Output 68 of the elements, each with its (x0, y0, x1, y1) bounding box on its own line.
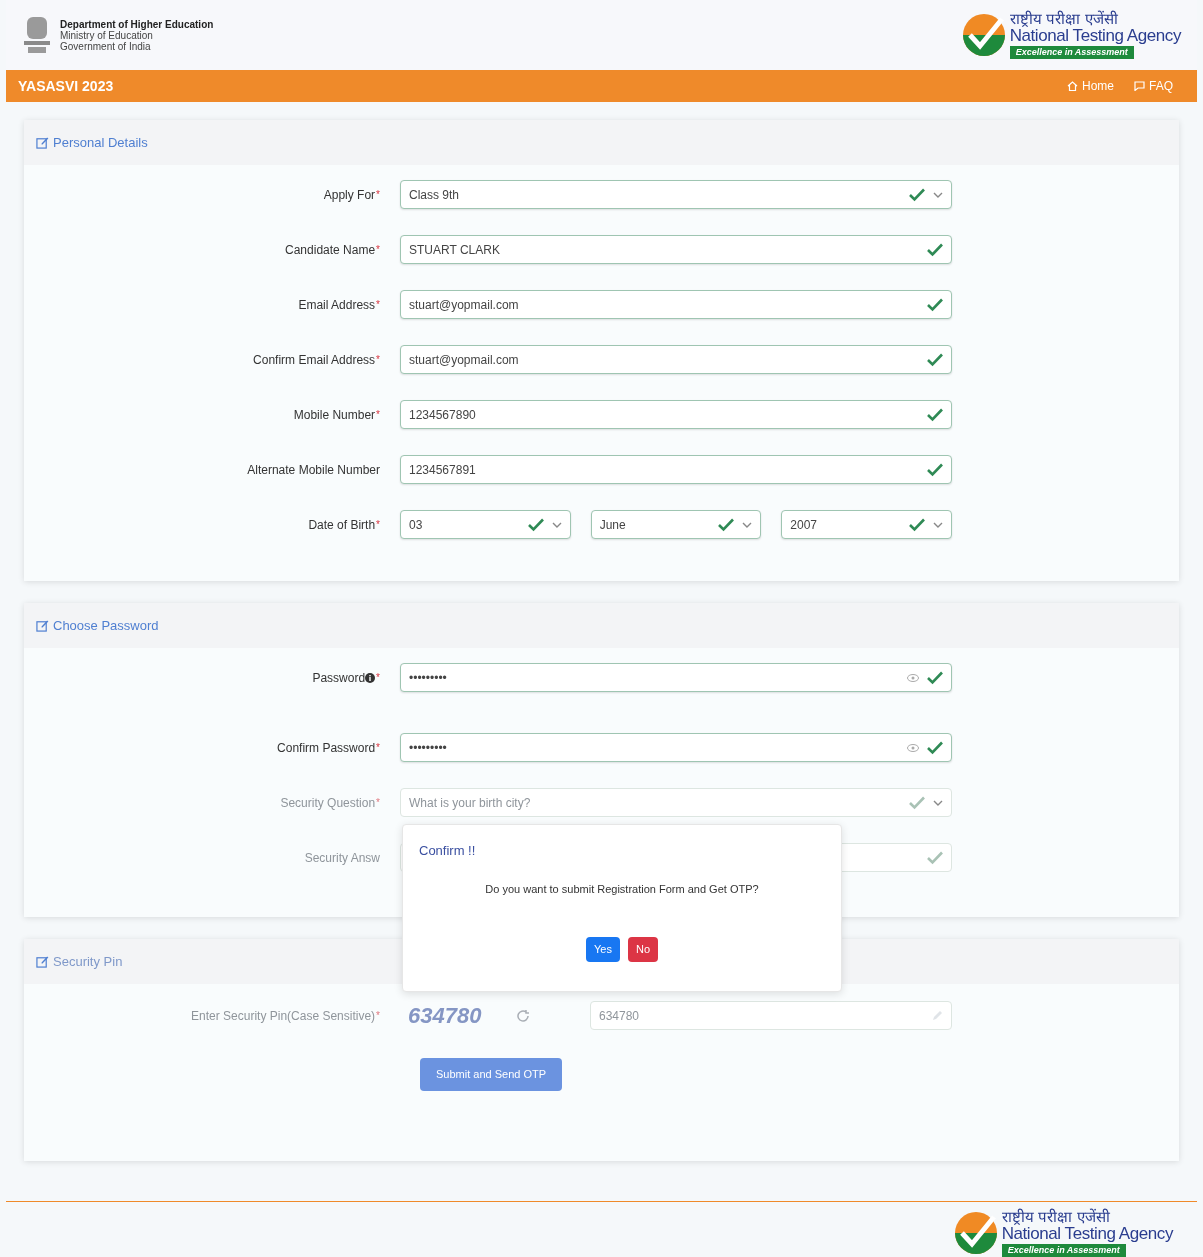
chat-icon (1134, 81, 1145, 91)
eye-icon[interactable] (907, 673, 919, 682)
app-title: YASASVI 2023 (18, 76, 114, 96)
agency-hindi-name: राष्ट्रीय परीक्षा एजेंसी (1001, 1209, 1111, 1225)
ministry-name: Ministry of Education (60, 29, 153, 41)
government-name: Government of India (60, 40, 152, 52)
agency-hindi-name: राष्ट्रीय परीक्षा एजेंसी (1009, 11, 1119, 27)
agency-tagline: Excellence in Assessment (1001, 1243, 1126, 1257)
caret-icon (933, 521, 943, 528)
no-button[interactable]: No (627, 937, 658, 962)
required-asterisk: * (376, 298, 380, 312)
edit-icon (36, 619, 49, 632)
field-label: Confirm Password (277, 739, 376, 757)
pencil-icon (932, 1010, 943, 1021)
password-field[interactable]: ••••••••• (400, 663, 952, 692)
required-asterisk: * (376, 243, 380, 257)
agency-name: National Testing Agency (1001, 1224, 1173, 1242)
agency-tagline: Excellence in Assessment (1009, 45, 1134, 59)
eye-icon[interactable] (907, 743, 919, 752)
input-field[interactable]: stuart@yopmail.com (400, 290, 952, 319)
home-icon (1066, 81, 1078, 91)
field-label: Date of Birth (308, 516, 376, 534)
field-label: Security Answ (304, 849, 380, 867)
required-asterisk: * (376, 188, 380, 202)
caret-icon (742, 521, 753, 528)
required-asterisk: * (376, 1009, 380, 1023)
input-field[interactable]: stuart@yopmail.com (400, 345, 952, 374)
field-label: Password (312, 669, 366, 687)
required-asterisk: * (376, 408, 380, 422)
required-asterisk: * (376, 353, 380, 367)
section-title: Choose Password (53, 616, 159, 635)
required-asterisk: * (376, 796, 380, 810)
field-label: Apply For (323, 186, 376, 204)
field-label: Email Address (298, 296, 376, 314)
select-field[interactable]: 2007 (781, 510, 952, 539)
department-name: Department of Higher Education (60, 18, 214, 30)
required-asterisk: * (376, 741, 380, 755)
caret-icon (551, 521, 562, 528)
input-field[interactable]: STUART CLARK (400, 235, 952, 264)
dialog-title: Confirm !! (419, 842, 477, 860)
field-label: Mobile Number (293, 406, 376, 424)
required-asterisk: * (376, 518, 380, 532)
field-label: Candidate Name (285, 241, 376, 259)
field-label: Security Question (280, 794, 376, 812)
info-icon[interactable] (365, 672, 376, 683)
input-field[interactable]: 1234567890 (400, 400, 952, 429)
caret-icon (933, 191, 943, 198)
tick-logo-icon (961, 13, 1006, 57)
section-title: Personal Details (53, 133, 148, 152)
caret-icon (933, 799, 943, 806)
captcha-image: 634780 (407, 1002, 483, 1030)
section-title: Security Pin (53, 952, 123, 971)
edit-icon (36, 955, 49, 968)
password-field[interactable]: ••••••••• (400, 733, 952, 762)
dialog-message: Do you want to submit Registration Form and Get OTP? (484, 881, 760, 897)
field-label: Confirm Email Address (253, 351, 376, 369)
select-field[interactable]: Class 9th (400, 180, 952, 209)
select-field[interactable]: 03 (400, 510, 571, 539)
emblem-icon (22, 15, 52, 55)
required-asterisk: * (376, 671, 380, 685)
input-field[interactable]: 1234567891 (400, 455, 952, 484)
select-field[interactable]: June (590, 510, 762, 539)
edit-icon (36, 136, 49, 149)
field-label: Alternate Mobile Number (247, 461, 380, 479)
field-label: Enter Security Pin(Case Sensitive) (191, 1007, 376, 1025)
agency-name: National Testing Agency (1009, 26, 1181, 44)
yes-button[interactable]: Yes (586, 937, 620, 962)
refresh-icon[interactable] (516, 1008, 530, 1023)
